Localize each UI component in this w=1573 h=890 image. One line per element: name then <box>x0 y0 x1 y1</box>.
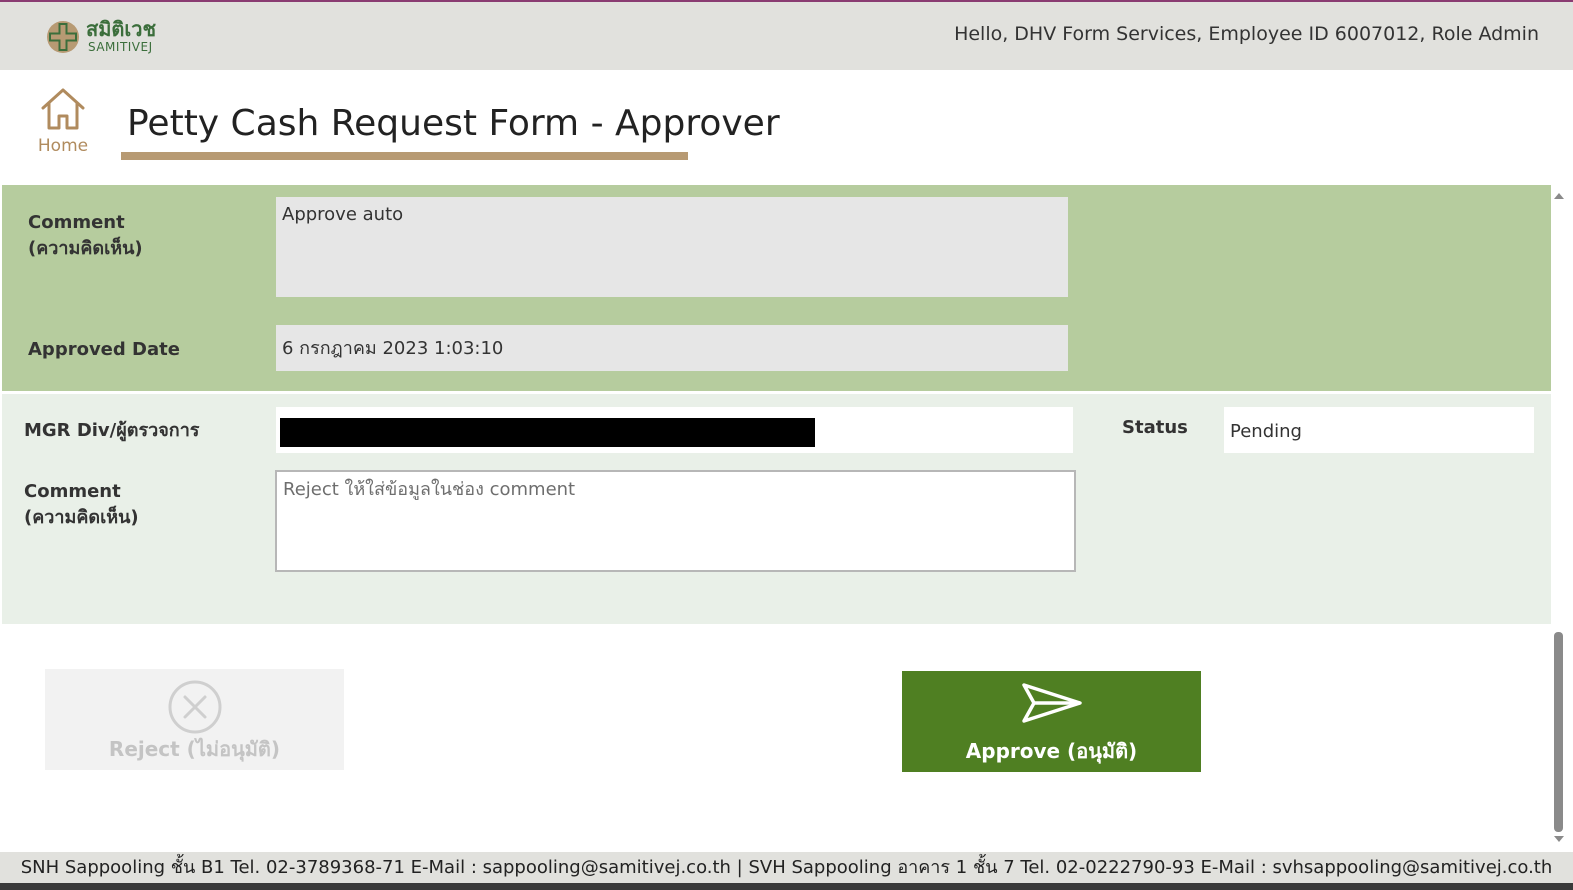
scrollbar-thumb[interactable] <box>1554 632 1563 832</box>
scroll-up-arrow-icon[interactable] <box>1554 193 1564 199</box>
approve-button-label: Approve (อนุมัติ) <box>965 739 1138 763</box>
close-circle-icon <box>168 680 221 734</box>
cross-logo-icon <box>47 21 79 53</box>
samitivej-logo: สมิติเวช SAMITIVEJ <box>46 17 176 58</box>
reject-button[interactable]: Reject (ไม่อนุมัติ) <box>45 669 344 770</box>
bottom-edge-bar <box>0 883 1573 890</box>
page-title: Petty Cash Request Form - Approver <box>127 103 780 144</box>
current-comment-label: Comment (ความคิดเห็น) <box>24 481 139 528</box>
approved-date-field: 6 กรกฎาคม 2023 1:03:10 <box>276 325 1068 371</box>
logo-english-text: SAMITIVEJ <box>88 40 153 54</box>
comment-textarea[interactable]: Reject ให้ใส่ข้อมูลในช่อง comment <box>275 470 1076 572</box>
approved-date-label: Approved Date <box>28 339 180 360</box>
user-greeting: Hello, DHV Form Services, Employee ID 60… <box>954 23 1539 45</box>
previous-comment-label: Comment (ความคิดเห็น) <box>28 212 143 259</box>
home-icon <box>41 88 85 130</box>
status-label: Status <box>1122 417 1188 438</box>
redacted-approver-name <box>280 418 815 447</box>
status-field: Pending <box>1224 407 1534 453</box>
footer-contact-info: SNH Sappooling ชั้น B1 Tel. 02-3789368-7… <box>0 852 1573 883</box>
approver-label: MGR Div/ผู้ตรวจการ <box>24 420 200 441</box>
previous-comment-field: Approve auto <box>276 197 1068 297</box>
scroll-down-arrow-icon[interactable] <box>1554 836 1564 842</box>
logo-thai-text: สมิติเวช <box>86 17 157 41</box>
home-label: Home <box>37 136 89 156</box>
reject-button-label: Reject (ไม่อนุมัติ) <box>108 737 281 761</box>
home-button[interactable]: Home <box>36 86 90 170</box>
comment-placeholder: Reject ให้ใส่ข้อมูลในช่อง comment <box>283 479 576 500</box>
title-underline <box>121 152 688 160</box>
app-window: สมิติเวช SAMITIVEJ Hello, DHV Form Servi… <box>0 0 1573 890</box>
approve-button[interactable]: Approve (อนุมัติ) <box>902 671 1201 772</box>
header-bar: สมิติเวช SAMITIVEJ Hello, DHV Form Servi… <box>0 2 1573 70</box>
send-icon <box>1021 683 1082 723</box>
